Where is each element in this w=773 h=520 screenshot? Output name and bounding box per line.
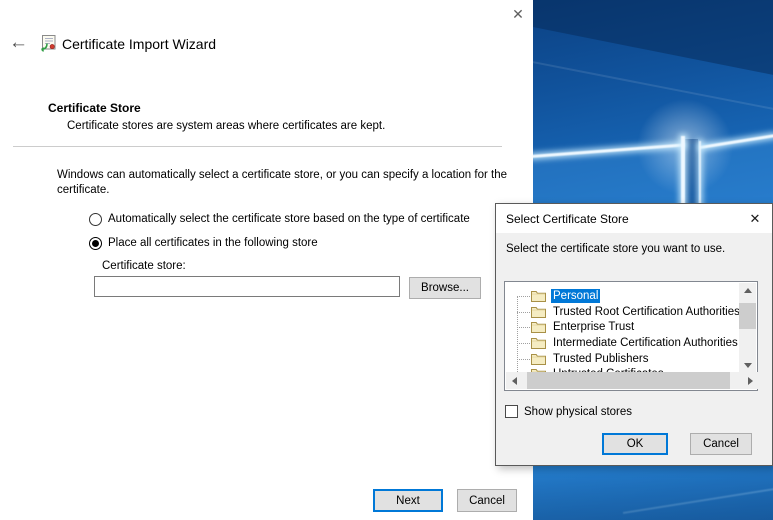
certificate-store-list: Personal Trusted Root Certification Auth… [504, 281, 758, 391]
radio-place-all-certificates[interactable]: Place all certificates in the following … [89, 236, 318, 250]
page-subheading: Certificate stores are system areas wher… [67, 120, 385, 132]
checkbox-icon[interactable] [505, 405, 518, 418]
folder-icon [531, 306, 546, 318]
store-item-trusted-root[interactable]: Trusted Root Certification Authorities [506, 304, 740, 320]
dialog-cancel-button[interactable]: Cancel [690, 433, 752, 455]
dialog-titlebar[interactable]: Select Certificate Store ✕ [496, 204, 772, 233]
radio-label: Automatically select the certificate sto… [108, 213, 470, 225]
next-button[interactable]: Next [373, 489, 443, 512]
select-certificate-store-dialog: Select Certificate Store ✕ Select the ce… [495, 203, 773, 466]
tree-connector [517, 296, 530, 297]
screen: ✕ ← Certificate Import Wizard Certificat… [0, 0, 773, 520]
folder-icon [531, 321, 546, 333]
wizard-cancel-button[interactable]: Cancel [457, 489, 517, 512]
page-heading: Certificate Store [48, 101, 141, 115]
close-icon[interactable]: ✕ [743, 208, 767, 229]
show-physical-stores-option[interactable]: Show physical stores [505, 405, 632, 418]
store-item-personal[interactable]: Personal [506, 288, 740, 304]
back-arrow-icon[interactable]: ← [9, 32, 28, 54]
horizontal-scroll-thumb[interactable] [527, 372, 730, 389]
scroll-up-arrow-icon[interactable] [739, 283, 756, 298]
browse-button[interactable]: Browse... [409, 277, 481, 299]
dialog-title: Select Certificate Store [506, 212, 629, 226]
scroll-left-arrow-icon[interactable] [506, 372, 522, 389]
certificate-store-field-label: Certificate store: [102, 260, 186, 272]
certificate-import-icon [39, 35, 56, 55]
certificate-store-input[interactable] [94, 276, 400, 297]
separator-line [13, 146, 502, 147]
close-icon[interactable]: ✕ [506, 4, 530, 24]
radio-button-icon[interactable] [89, 237, 102, 250]
radio-label: Place all certificates in the following … [108, 237, 318, 249]
store-item-label: Trusted Publishers [551, 352, 650, 366]
store-item-label: Intermediate Certification Authorities [551, 336, 740, 350]
dialog-instruction: Select the certificate store you want to… [506, 243, 725, 255]
folder-icon [531, 353, 546, 365]
intro-text: Windows can automatically select a certi… [57, 168, 519, 198]
folder-icon [531, 337, 546, 349]
certificate-import-wizard-window: ✕ ← Certificate Import Wizard Certificat… [0, 0, 533, 520]
tree-connector [517, 359, 530, 360]
radio-button-icon[interactable] [89, 213, 102, 226]
folder-icon [531, 290, 546, 302]
radio-automatic-store[interactable]: Automatically select the certificate sto… [89, 212, 470, 226]
list-horizontal-scrollbar[interactable] [506, 372, 758, 389]
tree-connector [517, 312, 530, 313]
tree-connector [517, 327, 530, 328]
tree-viewport: Personal Trusted Root Certification Auth… [506, 283, 740, 373]
scroll-down-arrow-icon[interactable] [739, 358, 756, 373]
list-vertical-scrollbar[interactable] [739, 283, 756, 373]
scroll-right-arrow-icon[interactable] [742, 372, 758, 389]
ok-button[interactable]: OK [602, 433, 668, 455]
store-item-label: Personal [551, 289, 600, 303]
vertical-scroll-thumb[interactable] [739, 303, 756, 329]
store-item-enterprise-trust[interactable]: Enterprise Trust [506, 319, 740, 335]
store-item-label: Enterprise Trust [551, 320, 636, 334]
store-item-label: Trusted Root Certification Authorities [551, 305, 740, 319]
store-item-intermediate[interactable]: Intermediate Certification Authorities [506, 335, 740, 351]
wizard-title: Certificate Import Wizard [62, 36, 216, 52]
checkbox-label: Show physical stores [524, 406, 632, 418]
store-item-trusted-publishers[interactable]: Trusted Publishers [506, 351, 740, 367]
tree-connector [517, 343, 530, 344]
